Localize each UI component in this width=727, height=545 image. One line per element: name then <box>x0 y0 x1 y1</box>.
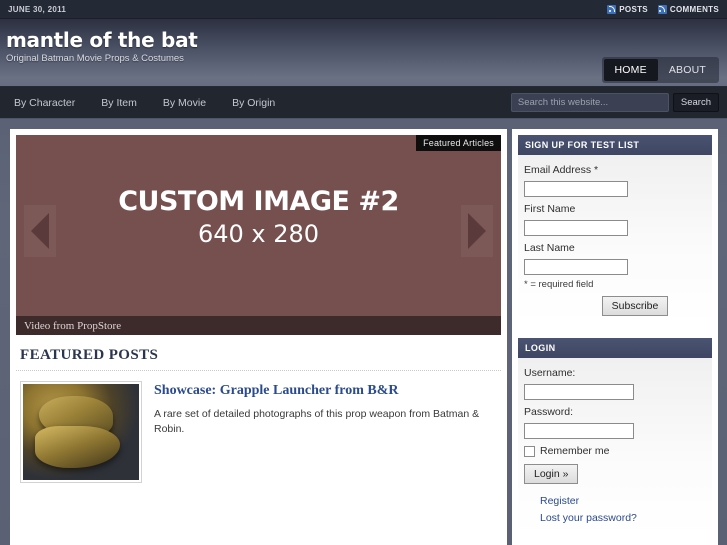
slide-subtitle: 640 x 280 <box>197 220 320 248</box>
last-name-label: Last Name <box>524 242 575 254</box>
content-column: Featured Articles CUSTOM IMAGE #2 640 x … <box>10 129 507 545</box>
featured-slider: Featured Articles CUSTOM IMAGE #2 640 x … <box>16 135 501 335</box>
arrow-left-icon[interactable] <box>24 205 56 257</box>
remember-me-label: Remember me <box>540 445 610 457</box>
subscribe-row: Subscribe <box>524 290 706 316</box>
site-tagline: Original Batman Movie Props & Costumes <box>6 53 184 64</box>
widget-login-body: Username: Password: Remember me Login » … <box>518 358 712 535</box>
arrow-right-icon[interactable] <box>461 205 493 257</box>
featured-posts-heading: FEATURED POSTS <box>16 335 501 371</box>
sidebar-column: SIGN UP FOR TEST LIST Email Address * Fi… <box>512 129 718 545</box>
first-name-label: First Name <box>524 203 576 215</box>
slide-text: CUSTOM IMAGE #2 640 x 280 <box>16 187 501 249</box>
slide-caption: Video from PropStore <box>16 316 501 335</box>
widget-login: LOGIN Username: Password: Remember me Lo… <box>518 338 712 535</box>
nav-item-about[interactable]: ABOUT <box>658 59 717 81</box>
nav-item-by-movie[interactable]: By Movie <box>163 97 220 109</box>
page-root: JUNE 30, 2011 POSTS COMMENTS mantle of t… <box>0 0 727 545</box>
widget-signup-body: Email Address * First Name Last Name * =… <box>518 155 712 324</box>
remember-me-checkbox[interactable] <box>524 445 535 457</box>
search-button[interactable]: Search <box>672 93 719 112</box>
widget-signup-heading: SIGN UP FOR TEST LIST <box>518 135 712 155</box>
list-item: Showcase: Grapple Launcher from B&R A ra… <box>16 371 501 483</box>
required-field-note: * = required field <box>524 279 594 290</box>
posts-feed-link[interactable]: POSTS <box>607 4 648 14</box>
main-layout: Featured Articles CUSTOM IMAGE #2 640 x … <box>0 119 727 545</box>
nav-item-by-origin[interactable]: By Origin <box>232 97 289 109</box>
top-bar: JUNE 30, 2011 POSTS COMMENTS <box>0 0 727 19</box>
post-excerpt: A rare set of detailed photographs of th… <box>154 408 480 435</box>
register-link[interactable]: Register <box>540 493 706 510</box>
login-links: Register Lost your password? <box>524 484 706 527</box>
nav-item-by-character[interactable]: By Character <box>14 97 89 109</box>
remember-me-row[interactable]: Remember me <box>524 445 706 457</box>
search-form: Search <box>510 93 719 112</box>
nav-item-by-item[interactable]: By Item <box>101 97 151 109</box>
rss-icon <box>607 4 617 14</box>
username-label: Username: <box>524 367 576 379</box>
email-field[interactable] <box>524 181 628 197</box>
password-field[interactable] <box>524 423 634 439</box>
first-name-field[interactable] <box>524 220 628 236</box>
rss-icon <box>657 4 667 14</box>
grapple-launcher-image <box>23 384 139 480</box>
featured-articles-tab[interactable]: Featured Articles <box>416 135 501 151</box>
post-thumbnail[interactable] <box>20 381 142 483</box>
post-body: Showcase: Grapple Launcher from B&R A ra… <box>154 381 501 483</box>
comments-feed-label: COMMENTS <box>669 4 719 14</box>
site-title: mantle of the bat <box>6 28 198 52</box>
login-button[interactable]: Login » <box>524 464 579 484</box>
post-title-link[interactable]: Showcase: Grapple Launcher from B&R <box>154 382 501 400</box>
secondary-nav: By Character By Item By Movie By Origin … <box>0 87 727 119</box>
password-label: Password: <box>524 406 574 418</box>
primary-nav: HOME ABOUT <box>601 57 719 83</box>
widget-signup: SIGN UP FOR TEST LIST Email Address * Fi… <box>518 135 712 324</box>
widget-login-heading: LOGIN <box>518 338 712 358</box>
site-header: mantle of the bat Original Batman Movie … <box>0 19 727 87</box>
slide-title: CUSTOM IMAGE #2 <box>118 186 399 217</box>
subscribe-button[interactable]: Subscribe <box>601 296 669 316</box>
username-field[interactable] <box>524 384 634 400</box>
feed-links: POSTS COMMENTS <box>607 4 719 14</box>
lost-password-link[interactable]: Lost your password? <box>540 510 706 527</box>
brand[interactable]: mantle of the bat Original Batman Movie … <box>6 29 198 65</box>
posts-feed-label: POSTS <box>619 4 648 14</box>
comments-feed-link[interactable]: COMMENTS <box>657 4 719 14</box>
last-name-field[interactable] <box>524 259 628 275</box>
search-input[interactable] <box>510 93 669 112</box>
nav-item-home[interactable]: HOME <box>603 59 658 81</box>
category-nav: By Character By Item By Movie By Origin <box>14 97 301 109</box>
email-label: Email Address * <box>524 164 599 176</box>
current-date: JUNE 30, 2011 <box>8 4 67 14</box>
